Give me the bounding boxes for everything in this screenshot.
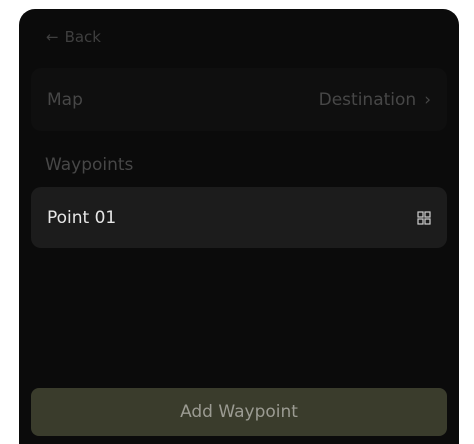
add-waypoint-button[interactable]: Add Waypoint xyxy=(31,388,447,436)
map-label: Map xyxy=(47,89,83,110)
back-button[interactable]: ← Back xyxy=(46,27,101,47)
back-label: Back xyxy=(64,28,101,46)
map-value: Destination › xyxy=(319,90,431,110)
waypoints-section-title: Waypoints xyxy=(45,155,134,175)
map-destination-row[interactable]: Map Destination › xyxy=(31,68,447,131)
waypoint-panel: ← Back Map Destination › Waypoints Point… xyxy=(19,9,459,444)
qr-code-icon[interactable] xyxy=(417,210,431,225)
waypoint-item[interactable]: Point 01 xyxy=(31,187,447,248)
arrow-left-icon: ← xyxy=(46,27,59,46)
waypoint-name: Point 01 xyxy=(47,207,117,228)
chevron-right-icon: › xyxy=(424,89,431,110)
destination-value: Destination xyxy=(318,89,417,110)
